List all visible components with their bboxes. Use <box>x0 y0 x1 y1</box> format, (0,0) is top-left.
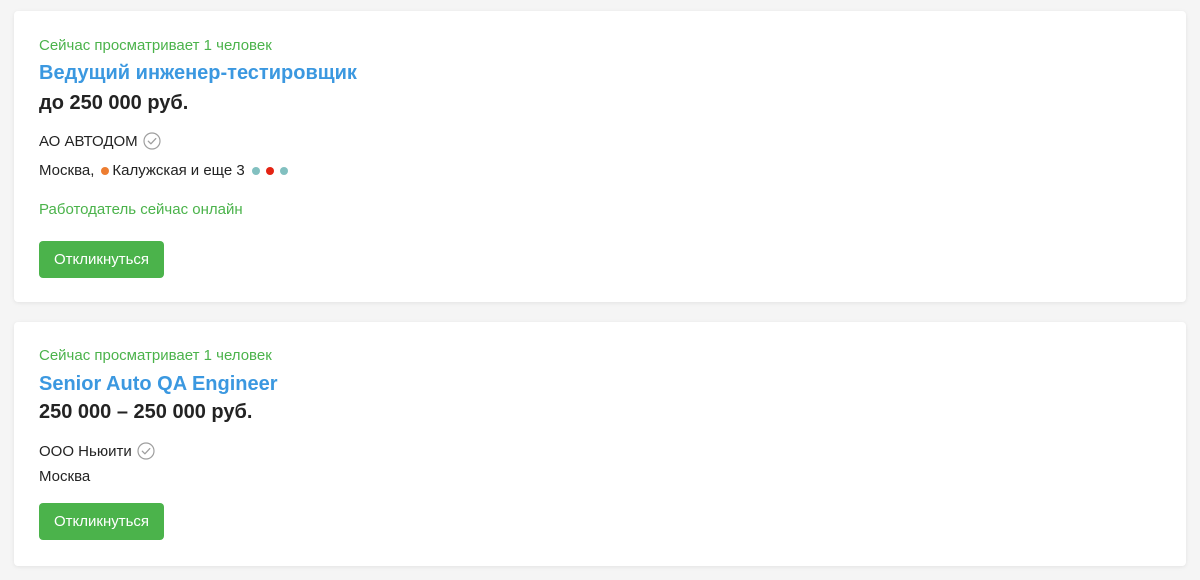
employer-row: АО АВТОДОМ <box>39 132 161 150</box>
viewers-count: Сейчас просматривает 1 человек <box>39 37 272 54</box>
employer-link[interactable]: ООО Ньюити <box>39 443 132 460</box>
metro-dot-icon <box>279 166 288 175</box>
vacancy-card: Сейчас просматривает 1 человек Senior Au… <box>14 322 1186 566</box>
metro-dot-icon <box>251 166 260 175</box>
respond-button[interactable]: Откликнуться <box>39 503 165 540</box>
city-label: Москва <box>39 468 91 485</box>
location-row: Москва <box>39 468 90 485</box>
vacancy-salary: 250 000 – 250 000 руб. <box>39 401 253 423</box>
vacancy-title-link[interactable]: Senior Auto QA Engineer <box>39 373 278 396</box>
respond-button[interactable]: Откликнуться <box>39 241 165 278</box>
viewers-count: Сейчас просматривает 1 человек <box>39 347 272 364</box>
employer-link[interactable]: АО АВТОДОМ <box>39 133 138 150</box>
metro-more-label: и еще 3 <box>190 162 245 179</box>
vacancy-salary: до 250 000 руб. <box>39 92 189 114</box>
vacancy-title-link[interactable]: Ведущий инженер-тестировщик <box>39 62 357 85</box>
metro-station: Калужская <box>112 162 187 179</box>
city-label: Москва, <box>39 162 95 179</box>
metro-dot-icon <box>101 166 110 175</box>
vacancy-card: Сейчас просматривает 1 человек Ведущий и… <box>14 11 1186 302</box>
employer-online-status: Работодатель сейчас онлайн <box>39 201 243 218</box>
employer-row: ООО Ньюити <box>39 442 155 460</box>
check-circle-icon <box>137 442 155 460</box>
location-row: Москва, Калужская и еще 3 <box>39 162 291 179</box>
metro-dot-icon <box>265 166 274 175</box>
check-circle-icon <box>143 132 161 150</box>
